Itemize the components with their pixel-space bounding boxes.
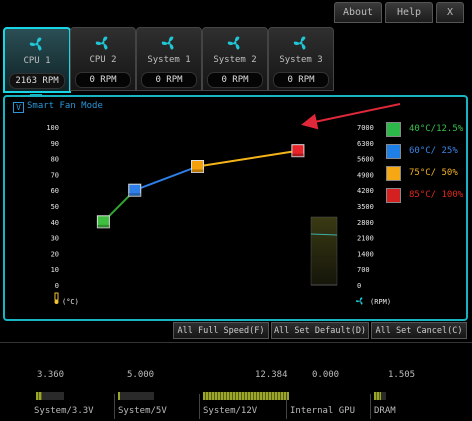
legend-swatch [386,187,401,203]
rpm-tick-label: 2800 [357,219,374,227]
fan-tab-1[interactable]: CPU 1 2163 RPM [3,27,71,93]
fan-tab-label: System 1 [147,55,191,65]
y-tick-label: 10 [51,266,59,274]
legend-text: 60°C/ 25% [409,146,458,156]
rpm-tick-label: 6300 [357,140,374,148]
legend-swatch [386,165,401,181]
rpm-tick-label: 2100 [357,235,374,243]
rpm-tick-label: 7000 [357,124,374,132]
help-button[interactable]: Help [385,2,433,23]
fan-rpm-readout: 0 RPM [141,72,197,88]
curve-segment [197,149,299,168]
voltage-bar [203,392,289,400]
rpm-fan-icon [355,297,363,305]
legend-item: 40°C/12.5% [386,121,463,137]
curve-point-shade [128,193,141,197]
y-tick-label: 50 [51,203,59,211]
voltage-bar [36,392,64,400]
rpm-tick-label: 700 [357,266,370,274]
rpm-tick-label: 4900 [357,171,374,179]
y-tick-label: 90 [51,140,59,148]
rpm-tick-label: 4200 [357,187,374,195]
divider [0,342,472,343]
rpm-tick-label: 0 [357,282,361,290]
fan-icon [94,34,112,52]
all-full-speed-button[interactable]: All Full Speed(F) [173,322,269,339]
current-rpm-bar [310,216,338,286]
rpm-tick-label: 1400 [357,250,374,258]
fan-tab-2[interactable]: CPU 2 0 RPM [70,27,136,91]
voltage-bar-fill [36,392,42,400]
voltage-bar-fill [118,392,121,400]
voltage-label: Internal GPU [290,406,356,416]
voltage-separator [286,394,287,419]
fan-tab-label: CPU 1 [23,56,51,66]
voltage-label: System/5V [118,406,167,416]
fan-rpm-readout: 0 RPM [75,72,131,88]
y-tick-label: 20 [51,250,59,258]
curve-point-shade [191,169,204,173]
fan-tab-label: System 2 [213,55,257,65]
y-tick-label: 40 [51,219,59,227]
fan-icon [160,34,178,52]
voltage-label: System/12V [203,406,258,416]
voltage-separator [114,394,115,419]
voltage-bar-fill [374,392,382,400]
legend-text: 85°C/ 100% [409,190,464,200]
fan-tab-5[interactable]: System 3 0 RPM [268,27,334,91]
fan-rpm-readout: 2163 RPM [9,73,65,89]
fan-tab-label: CPU 2 [89,55,117,65]
fan-curve-panel: V Smart Fan Mode 100 90 80 70 60 50 40 30 20 10 0 7… [3,95,468,321]
close-button[interactable]: X [436,2,464,23]
legend-text: 75°C/ 50% [409,168,458,178]
voltage-label: DRAM [374,406,396,416]
curve-segment [134,165,198,192]
voltage-value: 3.360 [37,370,65,380]
legend-item: 75°C/ 50% [386,165,458,181]
thermometer-icon [54,292,59,304]
fan-tab-4[interactable]: System 2 0 RPM [202,27,268,91]
y-tick-label: 100 [46,124,59,132]
voltage-separator [370,394,371,419]
voltage-value: 0.000 [312,370,340,380]
fan-rpm-readout: 0 RPM [273,72,329,88]
voltage-bar [374,392,386,400]
all-set-cancel-button[interactable]: All Set Cancel(C) [371,322,467,339]
fan-icon [28,35,46,53]
curve-point-shade [291,153,304,157]
voltage-value: 1.505 [388,370,416,380]
fan-icon [292,34,310,52]
voltage-bar-fill [203,392,289,400]
legend-text: 40°C/12.5% [409,124,464,134]
legend-swatch [386,143,401,159]
fan-rpm-readout: 0 RPM [207,72,263,88]
rpm-tick-label: 5600 [357,156,374,164]
about-button[interactable]: About [334,2,382,23]
voltage-label: System/3.3V [34,406,94,416]
rpm-unit-label: (RPM) [370,298,391,306]
voltage-separator [199,394,200,419]
fan-tab-label: System 3 [279,55,323,65]
curve-point-shade [97,224,110,228]
y-tick-label: 70 [51,171,59,179]
voltage-value: 5.000 [127,370,155,380]
y-tick-label: 0 [55,282,59,290]
y-tick-label: 80 [51,156,59,164]
all-set-default-button[interactable]: All Set Default(D) [271,322,369,339]
voltage-bar [118,392,154,400]
y-tick-label: 60 [51,187,59,195]
legend-swatch [386,121,401,137]
rpm-tick-label: 3500 [357,203,374,211]
legend-item: 85°C/ 100% [386,187,463,203]
y-tick-label: 30 [51,235,59,243]
voltage-value: 12.384 [255,370,288,380]
fan-tab-3[interactable]: System 1 0 RPM [136,27,202,91]
legend-item: 60°C/ 25% [386,143,458,159]
fan-icon [226,34,244,52]
x-unit-label: (°C) [62,298,79,306]
